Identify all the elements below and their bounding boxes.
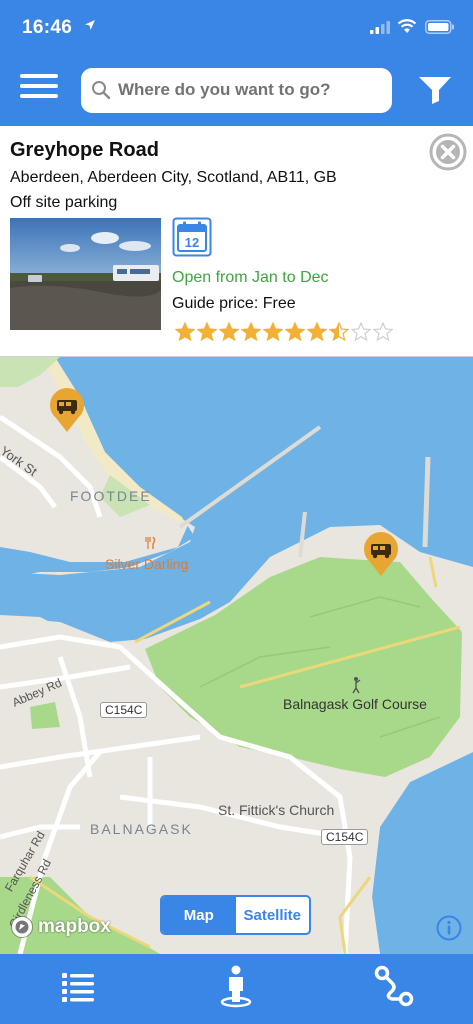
person-location-icon[interactable] <box>214 964 258 1008</box>
star-icon <box>329 322 349 342</box>
bottom-tab-bar <box>0 954 473 1024</box>
info-icon[interactable] <box>436 915 462 941</box>
route-icon[interactable] <box>372 964 416 1008</box>
close-button[interactable] <box>429 133 467 171</box>
guide-price: Guide price: Free <box>172 295 296 312</box>
map-canvas[interactable] <box>0 357 473 954</box>
status-bar: 16:46 <box>0 0 473 56</box>
site-photo[interactable] <box>10 218 161 330</box>
site-address: Aberdeen, Aberdeen City, Scotland, AB11,… <box>10 169 337 186</box>
list-icon[interactable] <box>56 964 100 1008</box>
mapbox-attribution[interactable]: mapbox <box>10 915 111 939</box>
star-icon <box>241 322 261 342</box>
star-icon <box>263 322 283 342</box>
mapbox-wordmark: mapbox <box>38 916 111 937</box>
map-label-footdee: FOOTDEE <box>70 488 152 504</box>
road-shield-c154c: C154C <box>100 702 148 718</box>
campervan-pin-icon-selected[interactable] <box>362 532 400 578</box>
mapbox-logo-icon <box>11 916 33 938</box>
search-input[interactable]: Where do you want to go? <box>118 80 330 100</box>
location-arrow-icon <box>85 20 95 30</box>
star-rating <box>175 322 393 342</box>
menu-button[interactable] <box>20 74 58 106</box>
site-type: Off site parking <box>10 194 118 211</box>
battery-icon <box>425 20 454 34</box>
hamburger-icon <box>20 74 58 78</box>
open-period: Open from Jan to Dec <box>172 269 329 286</box>
satellite-toggle-button[interactable]: Satellite <box>236 897 310 933</box>
filter-button[interactable] <box>416 74 454 106</box>
search-icon <box>92 81 111 100</box>
calendar-day: 12 <box>185 235 199 250</box>
calendar-icon: 12 <box>172 217 212 257</box>
star-icon <box>351 322 371 342</box>
map-type-toggle[interactable]: Map Satellite <box>160 895 311 935</box>
star-icon <box>285 322 305 342</box>
map-label-church: St. Fittick's Church <box>218 802 335 818</box>
star-icon <box>175 322 195 342</box>
status-time: 16:46 <box>22 17 73 38</box>
site-title: Greyhope Road <box>10 139 159 161</box>
search-bar[interactable]: Where do you want to go? <box>81 68 392 113</box>
star-icon <box>219 322 239 342</box>
wifi-icon <box>397 19 417 33</box>
star-icon <box>307 322 327 342</box>
map-toggle-button[interactable]: Map <box>162 897 236 933</box>
road-shield-c154c-2: C154C <box>321 829 369 845</box>
map-view[interactable]: FOOTDEE York St Silver Darling Abbey Rd … <box>0 357 473 954</box>
star-icon <box>373 322 393 342</box>
map-label-golf-course: Balnagask Golf Course <box>283 696 427 712</box>
star-icon <box>197 322 217 342</box>
map-label-silver-darling: Silver Darling <box>105 556 189 572</box>
cell-signal-icon <box>370 21 390 34</box>
campervan-pin-icon[interactable] <box>48 388 86 434</box>
map-label-balnagask: BALNAGASK <box>90 821 193 837</box>
top-bar: 16:46 Where do you want to go? <box>0 0 473 126</box>
close-circle-icon <box>429 133 467 171</box>
site-info-card[interactable]: Greyhope Road Aberdeen, Aberdeen City, S… <box>0 126 473 357</box>
filter-funnel-icon <box>419 77 451 104</box>
